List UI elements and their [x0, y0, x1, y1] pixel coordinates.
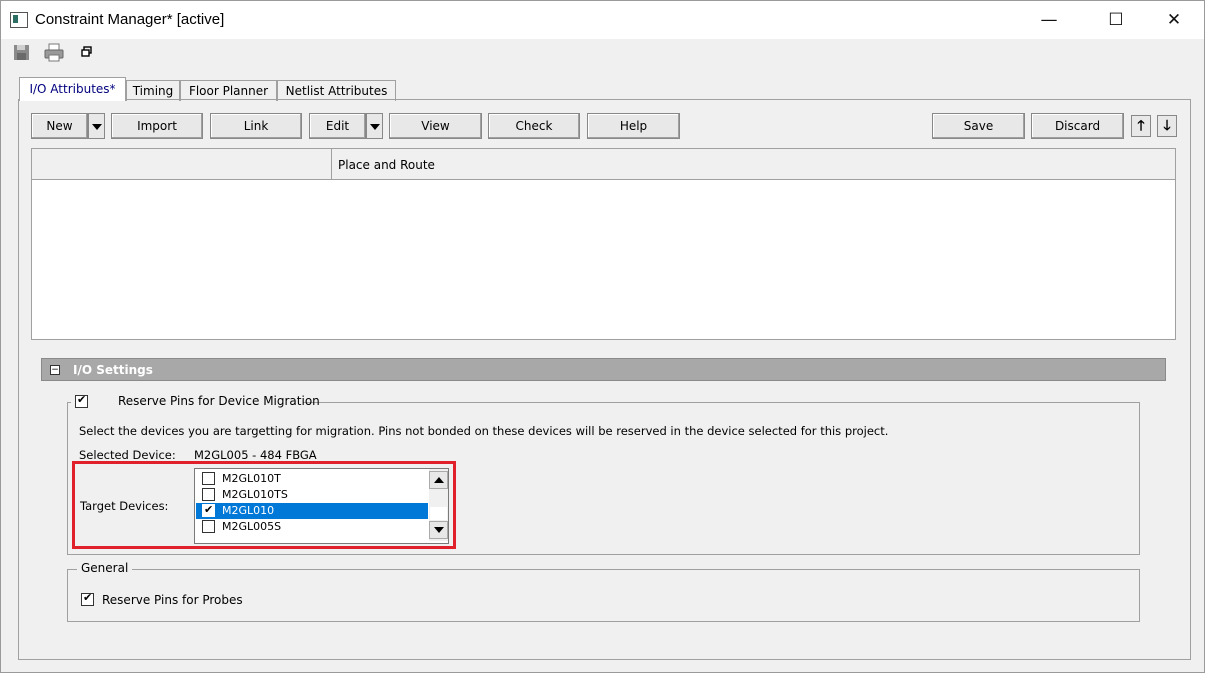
move-down-arrow-icon[interactable]: 🡓 [1157, 115, 1177, 137]
tab-io-attributes[interactable]: I/O Attributes* [19, 77, 126, 101]
migration-description: Select the devices you are targetting fo… [79, 424, 889, 438]
help-button[interactable]: Help [587, 113, 680, 139]
edit-dropdown-button[interactable] [366, 113, 383, 139]
grid-column-header-place-route: Place and Route [338, 158, 435, 172]
save-icon[interactable] [12, 43, 32, 63]
target-devices-highlight [72, 461, 456, 549]
selected-device-label: Selected Device: [79, 448, 176, 462]
tab-netlist-attributes[interactable]: Netlist Attributes [277, 80, 396, 101]
app-icon [10, 12, 28, 28]
tab-timing[interactable]: Timing [126, 80, 180, 101]
title-bar: Constraint Manager* [active] — ☐ ✕ [1, 1, 1204, 39]
maximize-button[interactable]: ☐ [1093, 1, 1139, 39]
general-group-title: General [77, 561, 133, 575]
reserve-probes-checkbox[interactable] [81, 591, 94, 606]
io-settings-header[interactable]: − I/O Settings [41, 358, 1166, 381]
import-button[interactable]: Import [111, 113, 203, 139]
selected-device-value: M2GL005 - 484 FBGA [194, 448, 317, 462]
edit-button[interactable]: Edit [309, 113, 366, 139]
move-up-arrow-icon[interactable]: 🡑 [1131, 115, 1151, 137]
io-settings-title: I/O Settings [73, 363, 153, 377]
link-button[interactable]: Link [210, 113, 302, 139]
grid-column-separator [331, 149, 332, 179]
close-button[interactable]: ✕ [1151, 1, 1197, 39]
save-button[interactable]: Save [932, 113, 1025, 139]
view-button[interactable]: View [389, 113, 482, 139]
discard-button[interactable]: Discard [1031, 113, 1124, 139]
window-title: Constraint Manager* [active] [35, 11, 225, 28]
grid-header: Place and Route [32, 149, 1175, 180]
reserve-migration-label: Reserve Pins for Device Migration [118, 394, 320, 408]
new-dropdown-button[interactable] [88, 113, 105, 139]
collapse-icon[interactable]: − [50, 365, 60, 375]
tab-floor-planner[interactable]: Floor Planner [180, 80, 277, 101]
check-button[interactable]: Check [488, 113, 580, 139]
constraint-manager-window: Constraint Manager* [active] — ☐ ✕ I/O A… [0, 0, 1205, 673]
print-icon[interactable] [43, 43, 64, 63]
minimize-button[interactable]: — [1026, 1, 1072, 39]
new-button[interactable]: New [31, 113, 88, 139]
restore-window-icon[interactable] [81, 46, 101, 66]
reserve-probes-label: Reserve Pins for Probes [102, 593, 243, 607]
constraint-grid[interactable]: Place and Route [31, 148, 1176, 340]
reserve-migration-checkbox[interactable] [75, 393, 88, 408]
